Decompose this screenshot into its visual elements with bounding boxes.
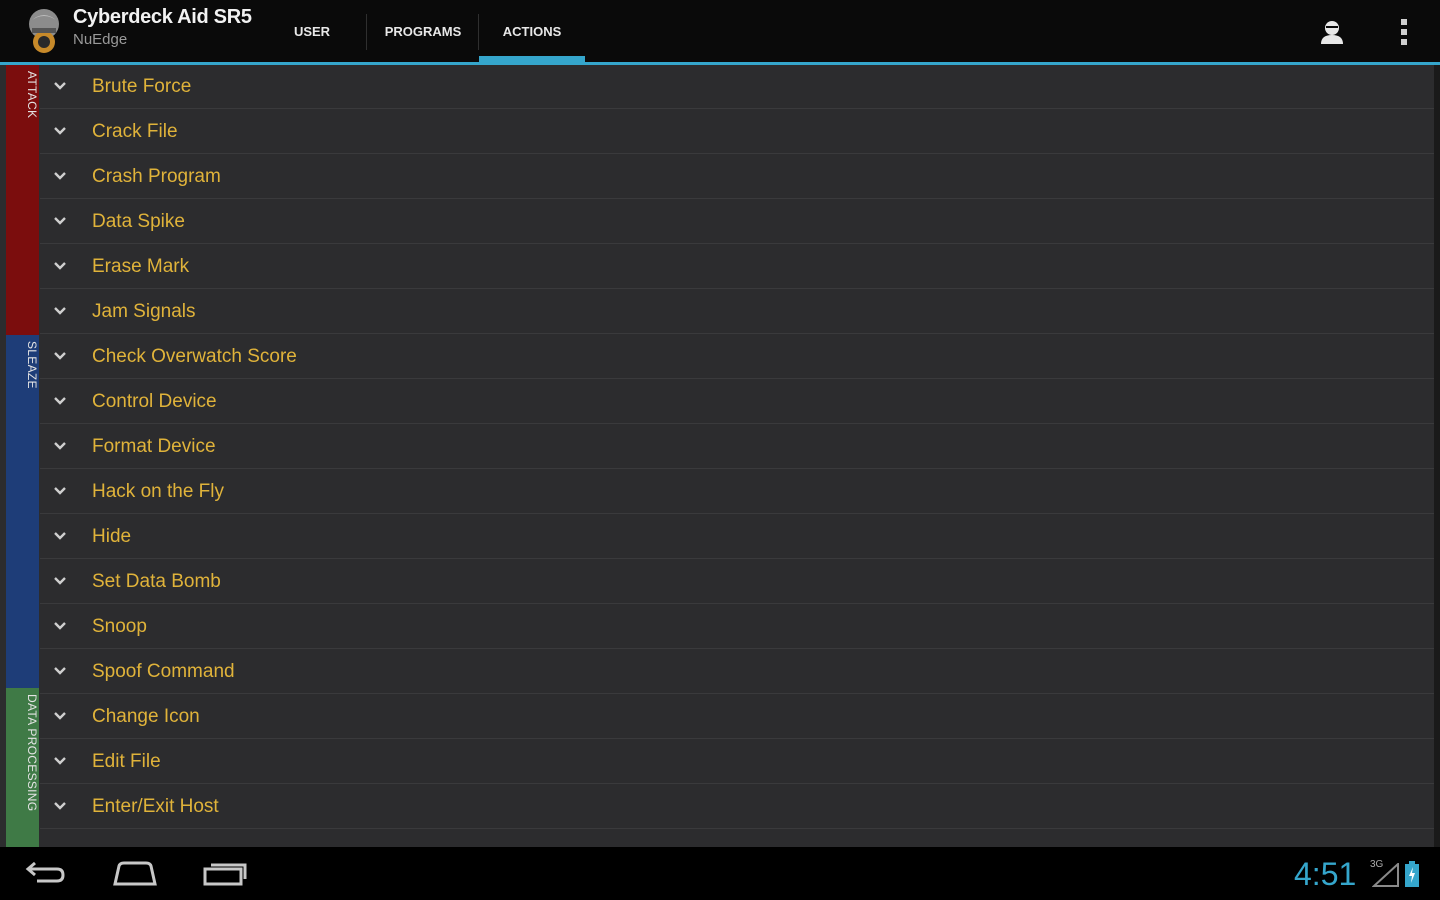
action-row[interactable]: Edit File <box>40 740 1434 784</box>
tab-actions[interactable]: ACTIONS <box>479 0 585 62</box>
action-row[interactable]: Hide <box>40 515 1434 559</box>
action-row[interactable]: Brute Force <box>40 65 1434 109</box>
category-label-sleaze: SLEAZE <box>25 341 39 389</box>
chevron-down-icon[interactable] <box>52 798 68 814</box>
actions-list[interactable]: ATTACK SLEAZE DATA PROCESSING Brute Forc… <box>0 65 1440 847</box>
person-icon <box>1321 21 1343 44</box>
action-label: Hide <box>92 526 132 547</box>
action-row[interactable]: Data Spike <box>40 200 1434 244</box>
chevron-down-icon[interactable] <box>52 753 68 769</box>
chevron-down-icon[interactable] <box>52 168 68 184</box>
action-label: Hack on the Fly <box>92 481 224 502</box>
action-label: Snoop <box>92 616 147 637</box>
system-nav-bar: 4:51 3G <box>0 847 1440 900</box>
action-label: Check Overwatch Score <box>92 346 297 367</box>
home-icon <box>113 861 157 886</box>
overflow-menu-icon <box>1401 19 1407 45</box>
status-clock[interactable]: 4:51 <box>1294 856 1356 893</box>
action-label: Spoof Command <box>92 661 235 682</box>
chevron-down-icon[interactable] <box>52 438 68 454</box>
action-row[interactable]: Snoop <box>40 605 1434 649</box>
action-row[interactable]: Crack File <box>40 110 1434 154</box>
action-label: Enter/Exit Host <box>92 796 219 817</box>
app-title: Cyberdeck Aid SR5 <box>73 6 252 28</box>
person-button[interactable] <box>1312 12 1352 52</box>
tab-actions-label: ACTIONS <box>502 23 562 39</box>
action-row[interactable]: Erase Mark <box>40 245 1434 289</box>
app-subtitle: NuEdge <box>73 31 128 48</box>
action-bar: Cyberdeck Aid SR5 NuEdge USER PROGRAMS A… <box>0 0 1440 62</box>
chevron-down-icon[interactable] <box>52 258 68 274</box>
tab-user-label: USER <box>293 23 331 39</box>
action-row[interactable]: Enter/Exit Host <box>40 785 1434 829</box>
tab-programs[interactable]: PROGRAMS <box>370 0 476 62</box>
category-label-attack: ATTACK <box>25 71 39 119</box>
action-label: Brute Force <box>92 76 192 97</box>
chevron-down-icon[interactable] <box>52 528 68 544</box>
action-label: Crash Program <box>92 166 221 187</box>
chevron-down-icon[interactable] <box>52 393 68 409</box>
action-row[interactable]: Control Device <box>40 380 1434 424</box>
overflow-menu-button[interactable] <box>1384 12 1424 52</box>
chevron-down-icon[interactable] <box>52 78 68 94</box>
tab-user[interactable]: USER <box>270 0 354 62</box>
action-label: Set Data Bomb <box>92 571 221 592</box>
chevron-down-icon[interactable] <box>52 483 68 499</box>
action-row[interactable]: Format Device <box>40 425 1434 469</box>
chevron-down-icon[interactable] <box>52 303 68 319</box>
chevron-down-icon[interactable] <box>52 708 68 724</box>
chevron-down-icon[interactable] <box>52 213 68 229</box>
signal-icon <box>1372 863 1399 887</box>
tab-divider <box>366 14 367 50</box>
action-row[interactable]: Check Overwatch Score <box>40 335 1434 379</box>
action-label: Crack File <box>92 121 178 142</box>
back-button[interactable] <box>14 853 76 895</box>
action-label: Edit File <box>92 751 161 772</box>
action-label: Change Icon <box>92 706 200 727</box>
back-icon <box>25 861 65 883</box>
chevron-down-icon[interactable] <box>52 663 68 679</box>
action-row[interactable]: Hack on the Fly <box>40 470 1434 514</box>
category-stripe-attack: ATTACK <box>6 65 39 335</box>
recent-apps-icon <box>203 863 247 886</box>
app-logo-icon[interactable] <box>22 6 66 56</box>
action-row[interactable]: Set Data Bomb <box>40 560 1434 604</box>
action-row[interactable]: Jam Signals <box>40 290 1434 334</box>
action-label: Data Spike <box>92 211 185 232</box>
action-label: Erase Mark <box>92 256 190 277</box>
category-stripe-data-processing: DATA PROCESSING <box>6 688 39 847</box>
action-label: Jam Signals <box>92 301 196 322</box>
chevron-down-icon[interactable] <box>52 618 68 634</box>
action-label: Format Device <box>92 436 216 457</box>
action-row[interactable]: Spoof Command <box>40 650 1434 694</box>
battery-icon <box>1405 861 1419 887</box>
scrollbar[interactable] <box>1434 65 1440 847</box>
category-stripe-sleaze: SLEAZE <box>6 335 39 688</box>
battery-indicator[interactable] <box>1405 861 1419 887</box>
home-button[interactable] <box>104 853 166 895</box>
action-label: Control Device <box>92 391 217 412</box>
tab-programs-label: PROGRAMS <box>384 23 462 39</box>
chevron-down-icon[interactable] <box>52 123 68 139</box>
action-row[interactable]: Crash Program <box>40 155 1434 199</box>
chevron-down-icon[interactable] <box>52 348 68 364</box>
category-label-data-processing: DATA PROCESSING <box>25 694 39 812</box>
recent-apps-button[interactable] <box>194 853 256 895</box>
chevron-down-icon[interactable] <box>52 573 68 589</box>
action-row[interactable]: Change Icon <box>40 695 1434 739</box>
signal-indicator[interactable]: 3G <box>1370 859 1402 889</box>
